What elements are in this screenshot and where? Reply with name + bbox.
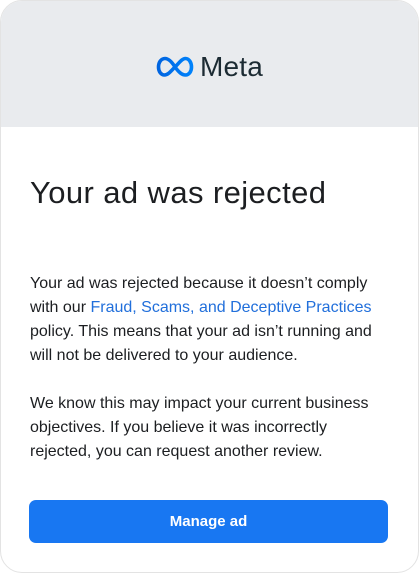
reason-text-end: policy. This means that your ad isn’t ru…	[30, 323, 372, 364]
notice-title: Your ad was rejected	[30, 175, 327, 210]
review-info-paragraph: We know this may impact your current bus…	[30, 395, 369, 460]
header: Meta	[1, 1, 418, 127]
notice-body: Your ad was rejected Your ad was rejecte…	[1, 174, 418, 464]
meta-logo: Meta	[156, 51, 263, 83]
meta-infinity-logo-icon	[156, 56, 194, 77]
logo-wordmark: Meta	[199, 51, 264, 82]
policy-link[interactable]: Fraud, Scams, and Deceptive Practices	[90, 299, 371, 316]
notification-card: Meta Your ad was rejected Your ad was re…	[0, 0, 419, 573]
rejection-reason-paragraph: Your ad was rejected because it doesn’t …	[30, 272, 389, 368]
manage-ad-button[interactable]: Manage ad	[29, 500, 388, 543]
